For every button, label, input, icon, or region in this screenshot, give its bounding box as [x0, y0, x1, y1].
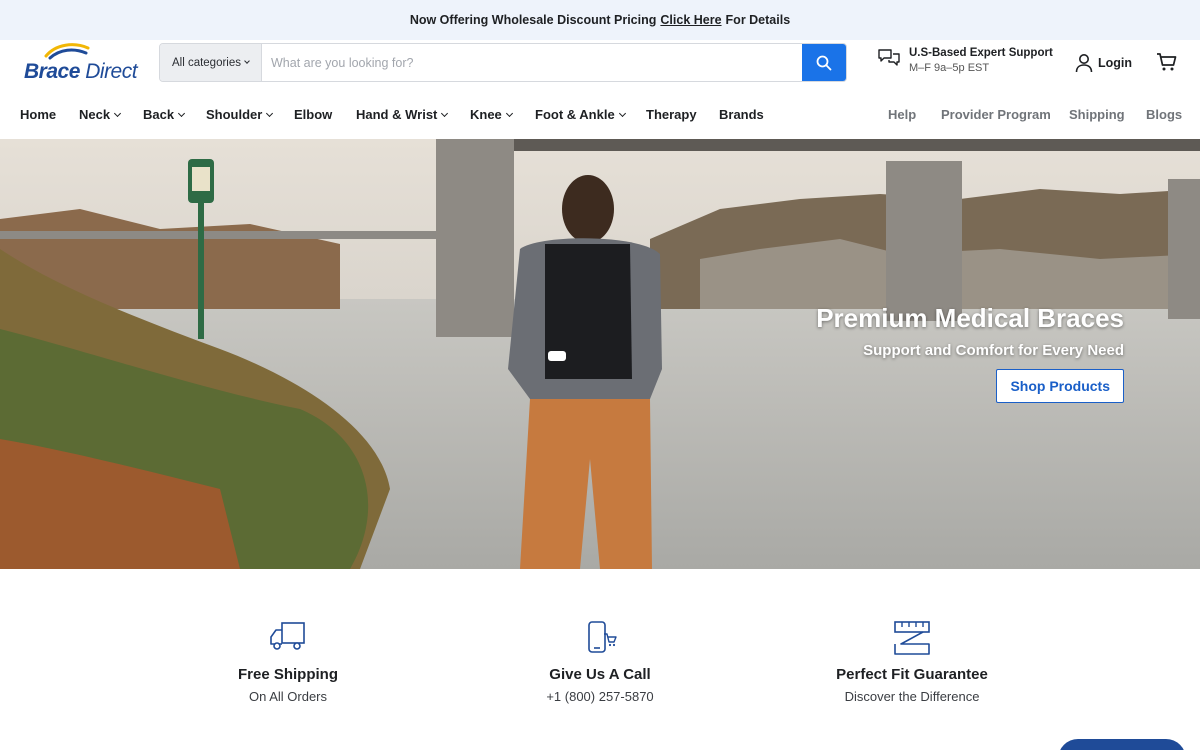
shop-products-button[interactable]: Shop Products: [996, 369, 1124, 403]
site-header: Brace Direct All categories U.S-Based Ex…: [0, 40, 1200, 88]
nav-item-blogs[interactable]: Blogs: [1146, 107, 1182, 122]
chevron-down-icon: [441, 109, 449, 117]
feature-free-shipping: Free Shipping On All Orders: [158, 620, 418, 704]
chevron-down-icon: [505, 109, 513, 117]
chevron-down-icon: [266, 109, 274, 117]
announcement-link[interactable]: Click Here: [660, 13, 721, 27]
nav-item-therapy[interactable]: Therapy: [646, 107, 697, 122]
chat-bubbles-icon: [878, 49, 900, 66]
chevron-down-icon: [114, 109, 122, 117]
nav-item-help[interactable]: Help: [888, 107, 916, 122]
feature-subtitle: Discover the Difference: [844, 689, 980, 704]
search-button[interactable]: [802, 44, 846, 81]
nav-item-back[interactable]: Back: [143, 107, 186, 122]
nav-item-knee[interactable]: Knee: [470, 107, 513, 122]
cart-icon: [1157, 53, 1177, 71]
logo-wordmark: Brace Direct: [24, 60, 138, 83]
feature-give-us-a-call: Give Us A Call +1 (800) 257-5870: [470, 620, 730, 704]
nav-item-elbow[interactable]: Elbow: [294, 107, 332, 122]
nav-item-foot-ankle[interactable]: Foot & Ankle: [535, 107, 626, 122]
brand-logo[interactable]: Brace Direct: [22, 42, 140, 86]
nav-item-hand-wrist[interactable]: Hand & Wrist: [356, 107, 449, 122]
phone-icon: [588, 621, 617, 653]
search-bar: All categories: [159, 43, 847, 82]
measuring-tape-icon: [894, 621, 930, 655]
nav-item-neck[interactable]: Neck: [79, 107, 122, 122]
category-select-label: All categories: [171, 56, 242, 69]
chevron-down-icon: [244, 58, 250, 64]
feature-title: Free Shipping: [237, 666, 338, 683]
hero-banner: Premium Medical Braces Support and Comfo…: [0, 139, 1200, 569]
feature-title: Give Us A Call: [549, 666, 651, 683]
nav-item-brands[interactable]: Brands: [719, 107, 764, 122]
cart-button[interactable]: [1156, 52, 1178, 77]
chevron-down-icon: [618, 109, 626, 117]
nav-item-shipping[interactable]: Shipping: [1069, 107, 1125, 122]
login-link[interactable]: Login: [1075, 53, 1132, 73]
feature-subtitle: On All Orders: [248, 689, 328, 704]
category-select[interactable]: All categories: [160, 44, 262, 81]
search-input[interactable]: [262, 44, 802, 81]
announcement-bar: Now Offering Wholesale Discount Pricing …: [0, 0, 1200, 40]
delivery-truck-icon: [270, 622, 305, 650]
user-icon: [1075, 54, 1093, 73]
chevron-down-icon: [178, 109, 186, 117]
search-icon: [816, 55, 832, 70]
feature-strip: Free Shipping On All Orders Give Us A Ca…: [0, 570, 1200, 750]
hero-title: Premium Medical Braces: [816, 303, 1124, 333]
feature-title: Perfect Fit Guarantee: [836, 666, 988, 683]
nav-item-shoulder[interactable]: Shoulder: [206, 107, 274, 122]
main-nav: Home Neck Back Shoulder Elbow Hand & Wri…: [0, 96, 1200, 134]
hero-copy: Premium Medical Braces Support and Comfo…: [816, 303, 1124, 403]
announcement-text: Now Offering Wholesale Discount Pricing: [409, 13, 657, 27]
feature-perfect-fit: Perfect Fit Guarantee Discover the Diffe…: [782, 620, 1042, 704]
nav-item-home[interactable]: Home: [20, 107, 56, 122]
chat-widget-button[interactable]: [1058, 739, 1186, 750]
nav-item-provider-program[interactable]: Provider Program: [941, 107, 1051, 122]
logo-swoosh-icon: [44, 43, 90, 60]
feature-phone-number[interactable]: +1 (800) 257-5870: [470, 689, 730, 704]
login-label: Login: [1098, 56, 1133, 70]
hero-subtitle: Support and Comfort for Every Need: [863, 342, 1124, 359]
announcement-suffix: For Details: [725, 13, 791, 27]
support-hours: M–F 9a–5p EST: [909, 62, 990, 74]
support-info[interactable]: U.S-Based Expert Support M–F 9a–5p EST: [877, 47, 1053, 74]
support-title: U.S-Based Expert Support: [909, 47, 1053, 59]
